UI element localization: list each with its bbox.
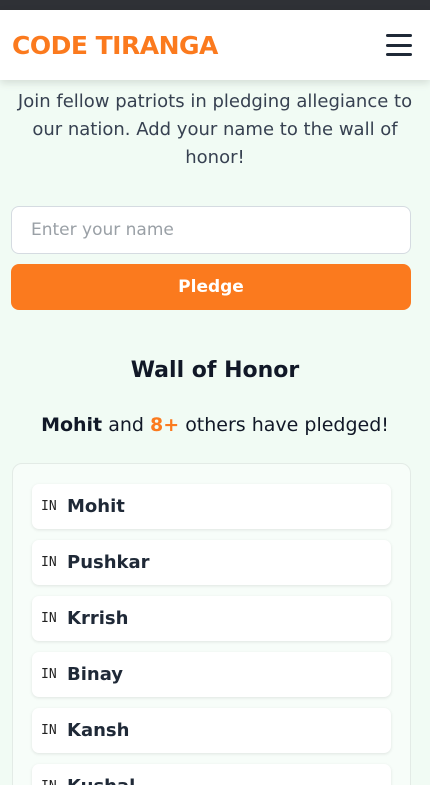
pledger-name: Krrish [67, 608, 129, 629]
pledger-name: Mohit [67, 496, 125, 517]
pledge-count: 8+ [150, 414, 180, 436]
list-item: IN Kansh [32, 708, 391, 753]
india-flag-icon: IN [41, 779, 67, 785]
india-flag-icon: IN [41, 667, 57, 682]
wall-of-honor-title: Wall of Honor [130, 358, 300, 383]
intro-text: Join fellow patriots in pledging allegia… [17, 91, 413, 168]
list-item: IN Binay [32, 652, 391, 697]
hamburger-menu-icon[interactable] [386, 34, 412, 56]
hamburger-line [386, 43, 412, 47]
list-item: IN Pushkar [32, 540, 391, 585]
india-flag-icon: IN [41, 499, 57, 514]
pledger-name: Pushkar [67, 552, 150, 573]
pledger-name: Binay [67, 664, 124, 685]
name-input[interactable] [11, 206, 411, 254]
india-flag-icon: IN [41, 611, 57, 626]
pledge-summary: Mohit and 8+ others have pledged! [0, 414, 430, 436]
brand-logo[interactable]: CODE TIRANGA [12, 31, 218, 60]
hamburger-line [386, 53, 412, 56]
summary-connector: and [108, 414, 144, 436]
summary-suffix: others have pledged! [185, 414, 389, 436]
wall-of-honor-card: IN Mohit IN Pushkar IN Krrish IN Binay I… [12, 463, 411, 785]
pledger-name: Kushal [67, 776, 135, 785]
list-item: IN Krrish [32, 596, 391, 641]
pledge-button[interactable]: Pledge [11, 264, 411, 310]
india-flag-icon: IN [41, 555, 57, 570]
list-item: IN Kushal [32, 764, 391, 785]
latest-pledger-name: Mohit [41, 414, 103, 436]
navbar: CODE TIRANGA [0, 10, 430, 80]
hamburger-line [386, 34, 412, 37]
pledger-name: Kansh [67, 720, 130, 741]
india-flag-icon: IN [41, 723, 57, 738]
pledge-list: IN Mohit IN Pushkar IN Krrish IN Binay I… [13, 464, 410, 785]
browser-top-strip [0, 0, 430, 10]
list-item: IN Mohit [32, 484, 391, 529]
